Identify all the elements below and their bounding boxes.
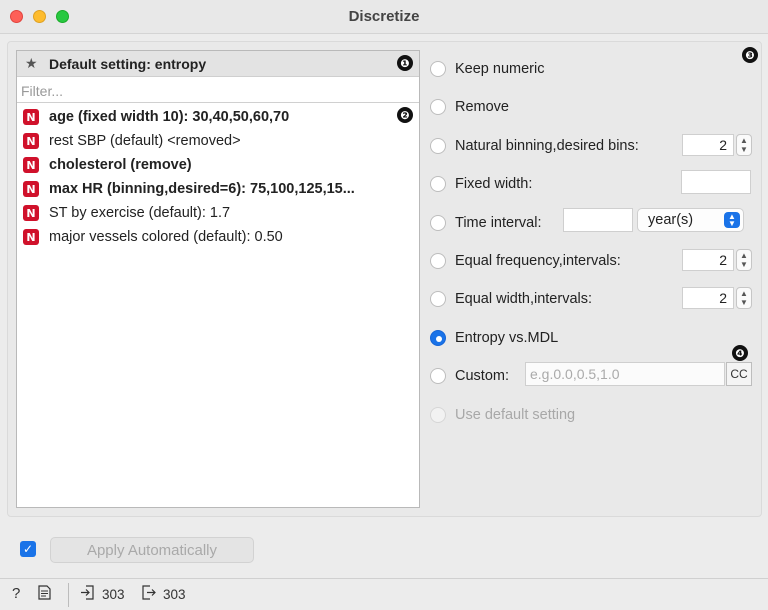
method-options: ❸ Keep numeric Remove Natural binning,de…: [430, 47, 760, 450]
variable-label: rest SBP (default) <removed>: [49, 133, 241, 149]
list-item[interactable]: N age (fixed width 10): 30,40,50,60,70: [17, 105, 419, 129]
variable-panel: ★ Default setting: entropy ❶ ❷ N age (fi…: [16, 50, 420, 508]
natural-bins-value[interactable]: 2: [682, 134, 734, 156]
option-natural-binning[interactable]: Natural binning,desired bins:: [430, 134, 639, 158]
equal-width-label: Equal width,intervals:: [455, 291, 593, 307]
option-remove[interactable]: Remove: [430, 95, 509, 119]
option-custom[interactable]: Custom:: [430, 364, 509, 388]
input-data-icon: [80, 585, 95, 604]
report-icon[interactable]: [38, 585, 51, 604]
entropy-mdl-radio[interactable]: [430, 330, 446, 346]
variable-label: major vessels colored (default): 0.50: [49, 229, 283, 245]
copy-to-custom-button[interactable]: CC: [726, 362, 752, 386]
apply-automatically-button[interactable]: Apply Automatically: [50, 537, 254, 563]
help-icon[interactable]: ?: [12, 585, 20, 602]
apply-automatically-checkbox[interactable]: ✓: [20, 541, 36, 557]
variable-label: ST by exercise (default): 1.7: [49, 205, 231, 221]
variable-label: cholesterol (remove): [49, 157, 192, 173]
numeric-variable-icon: N: [23, 157, 39, 173]
list-item[interactable]: N ST by exercise (default): 1.7: [17, 201, 419, 225]
list-item[interactable]: N max HR (binning,desired=6): 75,100,125…: [17, 177, 419, 201]
filter-input[interactable]: [17, 79, 419, 103]
numeric-variable-icon: N: [23, 229, 39, 245]
star-icon: ★: [25, 55, 38, 71]
natural-binning-label: Natural binning,desired bins:: [455, 138, 639, 154]
option-keep-numeric[interactable]: Keep numeric: [430, 57, 544, 81]
variable-label: age (fixed width 10): 30,40,50,60,70: [49, 109, 290, 125]
custom-points-input[interactable]: [525, 362, 725, 386]
time-interval-label: Time interval:: [455, 215, 542, 231]
entropy-mdl-label: Entropy vs.MDL: [455, 330, 559, 346]
natural-binning-radio[interactable]: [430, 138, 446, 154]
output-count: 303: [163, 587, 186, 602]
custom-radio[interactable]: [430, 368, 446, 384]
fixed-width-label: Fixed width:: [455, 176, 533, 192]
equal-frequency-stepper[interactable]: 2 ▲ ▼: [682, 248, 752, 272]
remove-label: Remove: [455, 99, 509, 115]
fixed-width-input[interactable]: [681, 170, 751, 194]
remove-radio[interactable]: [430, 99, 446, 115]
option-use-default[interactable]: Use default setting: [430, 403, 575, 427]
input-count: 303: [102, 587, 125, 602]
numeric-variable-icon: N: [23, 205, 39, 221]
list-item[interactable]: N major vessels colored (default): 0.50: [17, 225, 419, 249]
select-arrows-icon: ▲ ▼: [724, 212, 740, 228]
numeric-variable-icon: N: [23, 109, 39, 125]
status-separator: [68, 583, 69, 607]
stepper-arrows-icon[interactable]: ▲ ▼: [736, 134, 752, 156]
fixed-width-radio[interactable]: [430, 176, 446, 192]
list-item[interactable]: N rest SBP (default) <removed>: [17, 129, 419, 153]
default-setting-label: Default setting: entropy: [49, 55, 207, 72]
custom-label: Custom:: [455, 368, 509, 384]
status-bar: ? 303 303: [0, 578, 768, 610]
natural-bins-stepper[interactable]: 2 ▲ ▼: [682, 133, 752, 157]
equal-width-value[interactable]: 2: [682, 287, 734, 309]
equal-frequency-value[interactable]: 2: [682, 249, 734, 271]
stepper-arrows-icon[interactable]: ▲ ▼: [736, 287, 752, 309]
use-default-radio[interactable]: [430, 407, 446, 423]
output-data-icon: [141, 585, 156, 604]
window-title: Discretize: [348, 8, 420, 25]
callout-badge-4: ❹: [732, 345, 748, 361]
numeric-variable-icon: N: [23, 181, 39, 197]
default-setting-row[interactable]: ★ Default setting: entropy: [17, 51, 419, 77]
variable-label: max HR (binning,desired=6): 75,100,125,1…: [49, 181, 355, 197]
option-time-interval[interactable]: Time interval:: [430, 211, 541, 235]
keep-numeric-label: Keep numeric: [455, 61, 545, 77]
numeric-variable-icon: N: [23, 133, 39, 149]
equal-width-radio[interactable]: [430, 291, 446, 307]
equal-frequency-radio[interactable]: [430, 253, 446, 269]
option-entropy-mdl[interactable]: Entropy vs.MDL: [430, 326, 558, 350]
title-bar: Discretize: [0, 0, 768, 34]
time-unit-select[interactable]: year(s) ▲ ▼: [637, 208, 744, 232]
equal-width-stepper[interactable]: 2 ▲ ▼: [682, 286, 752, 310]
use-default-label: Use default setting: [455, 407, 576, 423]
callout-badge-1: ❶: [397, 55, 413, 71]
option-fixed-width[interactable]: Fixed width:: [430, 172, 532, 196]
time-interval-input[interactable]: [563, 208, 633, 232]
variable-list: N age (fixed width 10): 30,40,50,60,70 N…: [17, 105, 419, 249]
keep-numeric-radio[interactable]: [430, 61, 446, 77]
time-unit-value: year(s): [648, 212, 694, 228]
option-equal-width[interactable]: Equal width,intervals:: [430, 287, 592, 311]
time-interval-radio[interactable]: [430, 215, 446, 231]
option-equal-frequency[interactable]: Equal frequency,intervals:: [430, 249, 621, 273]
equal-frequency-label: Equal frequency,intervals:: [455, 253, 621, 269]
callout-badge-3: ❸: [742, 47, 758, 63]
stepper-arrows-icon[interactable]: ▲ ▼: [736, 249, 752, 271]
list-item[interactable]: N cholesterol (remove): [17, 153, 419, 177]
